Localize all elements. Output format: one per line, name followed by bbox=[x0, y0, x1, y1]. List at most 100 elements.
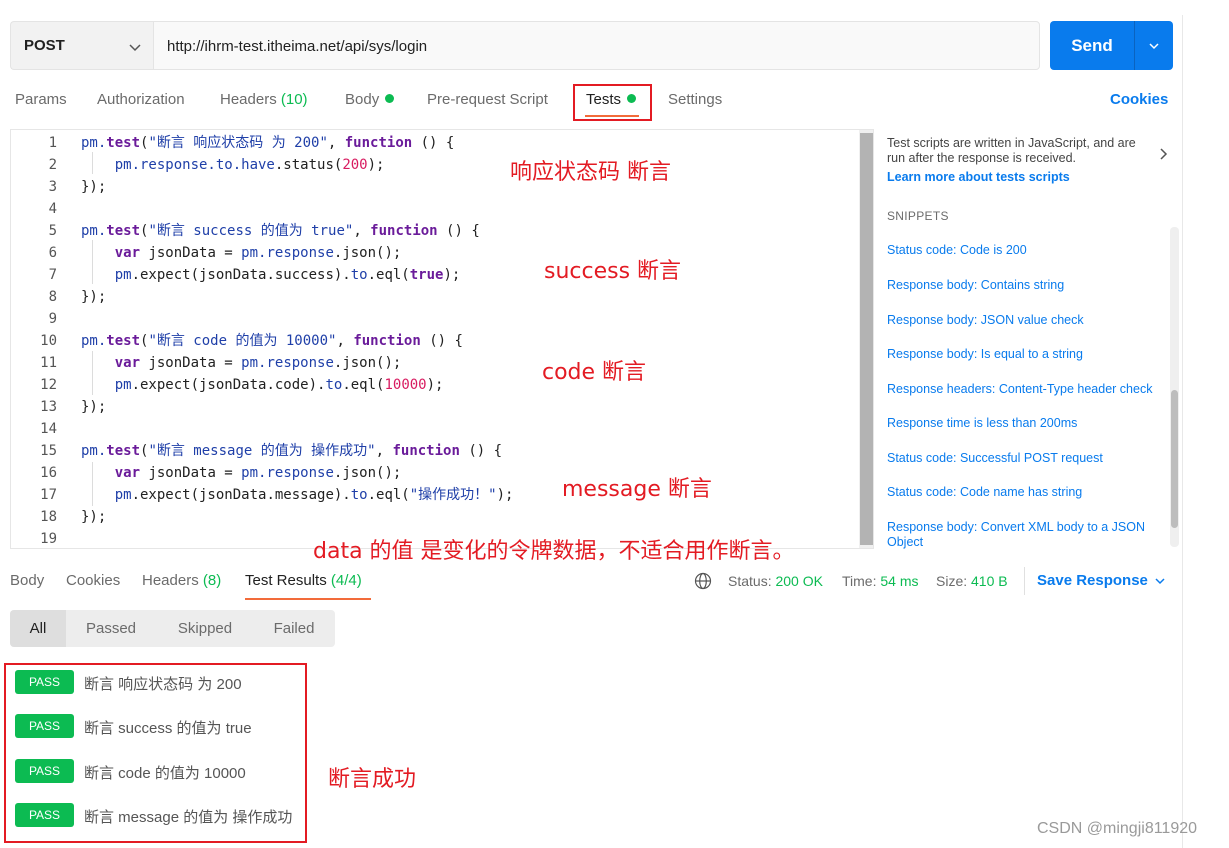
pass-badge: PASS bbox=[15, 759, 74, 783]
code-token: .eql( bbox=[367, 267, 410, 283]
code-line[interactable]: 8}); bbox=[11, 286, 856, 308]
code-token: pm bbox=[114, 267, 132, 283]
code-line[interactable]: 13}); bbox=[11, 396, 856, 418]
code-line[interactable]: 15 pm.test("断言 message 的值为 操作成功", functio… bbox=[11, 440, 856, 462]
code-token: .json(); bbox=[333, 245, 402, 261]
response-size[interactable]: Size: 410 B bbox=[936, 573, 1008, 589]
code-token: pm.response.to.have bbox=[114, 157, 275, 173]
code-token: pm.response bbox=[241, 245, 334, 261]
code-token: 200 bbox=[342, 157, 368, 173]
filter-all[interactable]: All bbox=[10, 610, 66, 647]
url-input[interactable]: http://ihrm-test.itheima.net/api/sys/log… bbox=[153, 21, 1040, 70]
code-line[interactable]: 7 pm.expect(jsonData.success).to.eql(tru… bbox=[11, 264, 856, 286]
snippet-item[interactable]: Response body: Is equal to a string bbox=[887, 347, 1172, 362]
code-text: }); bbox=[81, 176, 106, 198]
code-line[interactable]: 5 pm.test("断言 success 的值为 true", function… bbox=[11, 220, 856, 242]
code-token: .expect(jsonData.success). bbox=[131, 267, 351, 283]
test-result-name: 断言 success 的值为 true bbox=[84, 720, 252, 737]
snippets-heading: SNIPPETS bbox=[887, 209, 949, 223]
code-line[interactable]: 10 pm.test("断言 code 的值为 10000", function … bbox=[11, 330, 856, 352]
status[interactable]: Status: 200 OK bbox=[728, 573, 823, 589]
learn-more-link[interactable]: Learn more about tests scripts bbox=[887, 170, 1070, 184]
chevron-down-icon[interactable] bbox=[1153, 574, 1167, 588]
code-token: true bbox=[409, 267, 444, 283]
save-response-button[interactable]: Save Response bbox=[1037, 572, 1148, 589]
tab-body[interactable]: Body bbox=[345, 91, 395, 108]
method-select[interactable]: POST bbox=[10, 21, 153, 70]
code-token: 10000 bbox=[384, 377, 427, 393]
test-script-editor[interactable]: 1 pm.test("断言 响应状态码 为 200", function () {… bbox=[10, 129, 874, 549]
code-token: "断言 code 的值为 10000" bbox=[148, 333, 337, 349]
code-line[interactable]: 17 pm.expect(jsonData.message).to.eql("操… bbox=[11, 484, 856, 506]
snippet-item[interactable]: Status code: Code name has string bbox=[887, 485, 1172, 500]
code-token: test bbox=[106, 333, 141, 349]
code-token: "操作成功！" bbox=[409, 487, 497, 503]
status-label: Status: bbox=[728, 573, 772, 589]
res-tab-test-results[interactable]: Test Results (4/4) bbox=[245, 572, 362, 589]
send-options-button[interactable] bbox=[1134, 21, 1173, 70]
tab-authorization[interactable]: Authorization bbox=[97, 91, 185, 108]
code-line[interactable]: 4 bbox=[11, 198, 856, 220]
code-token: ); bbox=[367, 157, 385, 173]
annotation-message: message 断言 bbox=[562, 477, 712, 502]
code-token: pm. bbox=[81, 135, 107, 151]
res-tab-body[interactable]: Body bbox=[10, 572, 44, 589]
snippet-item[interactable]: Response headers: Content-Type header ch… bbox=[887, 382, 1172, 397]
code-text: var jsonData = pm.response.json(); bbox=[81, 242, 402, 264]
snippet-item[interactable]: Status code: Code is 200 bbox=[887, 243, 1172, 258]
snippet-item[interactable]: Status code: Successful POST request bbox=[887, 451, 1172, 466]
code-token: () { bbox=[412, 135, 455, 151]
cookies-link[interactable]: Cookies bbox=[1110, 91, 1168, 108]
tab-pre-request-script[interactable]: Pre-request Script bbox=[427, 91, 548, 108]
code-line[interactable]: 6 var jsonData = pm.response.json(); bbox=[11, 242, 856, 264]
globe-icon[interactable] bbox=[694, 572, 712, 590]
line-number: 3 bbox=[48, 179, 57, 195]
code-text: pm.test("断言 code 的值为 10000", function ()… bbox=[81, 330, 463, 352]
filter-passed[interactable]: Passed bbox=[66, 610, 156, 647]
send-button[interactable]: Send bbox=[1050, 21, 1134, 70]
snippet-item[interactable]: Response time is less than 200ms bbox=[887, 416, 1172, 431]
snippet-item[interactable]: Response body: JSON value check bbox=[887, 313, 1172, 328]
code-line[interactable]: 14 bbox=[11, 418, 856, 440]
code-line[interactable]: 1 pm.test("断言 响应状态码 为 200", function () { bbox=[11, 132, 856, 154]
line-number: 2 bbox=[48, 157, 57, 173]
code-token: "断言 message 的值为 操作成功" bbox=[148, 443, 376, 459]
code-line[interactable]: 9 bbox=[11, 308, 856, 330]
response-time[interactable]: Time: 54 ms bbox=[842, 573, 919, 589]
code-text: pm.test("断言 success 的值为 true", function … bbox=[81, 220, 480, 242]
line-number: 15 bbox=[40, 443, 57, 459]
tab-params[interactable]: Params bbox=[15, 91, 67, 108]
line-number: 7 bbox=[48, 267, 57, 283]
filter-skipped[interactable]: Skipped bbox=[156, 610, 254, 647]
code-line[interactable]: 2 pm.response.to.have.status(200); bbox=[11, 154, 856, 176]
editor-scrollbar[interactable] bbox=[860, 133, 873, 545]
res-tab-cookies[interactable]: Cookies bbox=[66, 572, 120, 589]
snippet-item[interactable]: Response body: Convert XML body to a JSO… bbox=[887, 520, 1172, 550]
code-token: "断言 响应状态码 为 200" bbox=[148, 135, 328, 151]
code-line[interactable]: 3}); bbox=[11, 176, 856, 198]
active-response-tab-underline bbox=[245, 598, 371, 600]
filter-failed[interactable]: Failed bbox=[254, 610, 334, 647]
code-text: var jsonData = pm.response.json(); bbox=[81, 352, 402, 374]
line-number: 1 bbox=[48, 135, 57, 151]
body-indicator-dot bbox=[385, 94, 395, 103]
annotation-code: code 断言 bbox=[542, 360, 647, 385]
code-token: }); bbox=[81, 399, 107, 415]
snippet-item[interactable]: Response body: Contains string bbox=[887, 278, 1172, 293]
code-token: function bbox=[370, 223, 438, 239]
code-line[interactable]: 16 var jsonData = pm.response.json(); bbox=[11, 462, 856, 484]
code-line[interactable]: 12 pm.expect(jsonData.code).to.eql(10000… bbox=[11, 374, 856, 396]
code-token: .expect(jsonData.message). bbox=[131, 487, 351, 503]
code-line[interactable]: 18}); bbox=[11, 506, 856, 528]
tab-settings[interactable]: Settings bbox=[668, 91, 722, 108]
code-line[interactable]: 11 var jsonData = pm.response.json(); bbox=[11, 352, 856, 374]
res-tab-headers[interactable]: Headers (8) bbox=[142, 572, 221, 589]
tab-headers[interactable]: Headers (10) bbox=[220, 91, 308, 108]
snippets-scrollbar[interactable] bbox=[1171, 390, 1178, 528]
chevron-right-icon[interactable] bbox=[1156, 147, 1170, 161]
test-result-name: 断言 响应状态码 为 200 bbox=[84, 676, 242, 693]
code-token: ); bbox=[496, 487, 514, 503]
